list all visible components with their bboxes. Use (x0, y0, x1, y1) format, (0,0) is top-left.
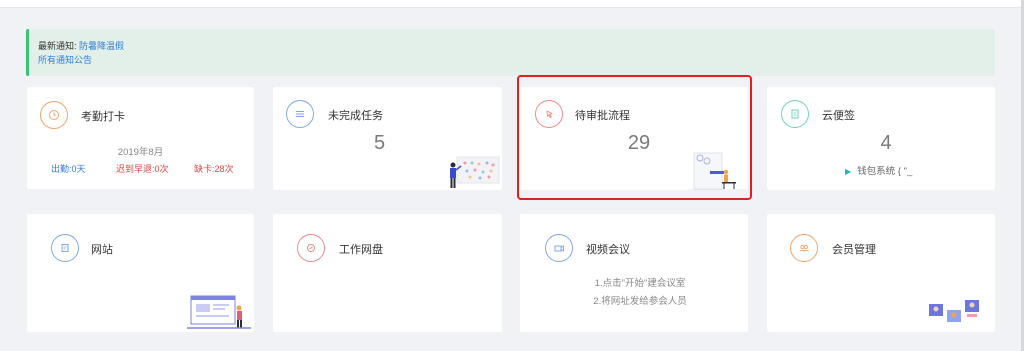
notice-latest-link[interactable]: 防暑降温假 (79, 41, 124, 51)
notice-label: 最新通知: (38, 41, 77, 51)
card-title: 工作网盘 (339, 244, 383, 256)
note-item[interactable]: ▶ 钱包系统 { "_ (845, 163, 912, 177)
website-card[interactable]: 网站 (27, 214, 254, 332)
late-count[interactable]: 迟到早退:0次 (116, 162, 169, 175)
card-title: 待审批流程 (575, 110, 630, 122)
members-card[interactable]: 会员管理 (767, 214, 995, 332)
members-illustration (929, 300, 979, 322)
present-days[interactable]: 出勤:0天 (51, 162, 86, 175)
attendance-card[interactable]: 考勤打卡 2019年8月 出勤:0天 迟到早退:0次 缺卡:28次 (27, 87, 254, 189)
list-icon (286, 100, 314, 128)
top-bar (0, 0, 1024, 8)
card-title: 视频会议 (586, 244, 630, 256)
note-item-text: 钱包系统 { "_ (857, 166, 913, 177)
video-step-1: 1.点击"开始"建会议室 (594, 278, 686, 289)
video-steps: 1.点击"开始"建会议室 2.将网址发给参会人员 (526, 275, 748, 311)
card-title: 会员管理 (832, 244, 876, 256)
triangle-icon: ▶ (845, 167, 852, 176)
clock-icon (40, 101, 68, 129)
card-title: 网站 (91, 244, 113, 256)
card-title: 未完成任务 (328, 110, 383, 122)
cursor-icon (535, 100, 563, 128)
video-card[interactable]: 视频会议 1.点击"开始"建会议室 2.将网址发给参会人员 (520, 214, 748, 332)
video-step-2: 2.将网址发给参会人员 (593, 296, 687, 307)
approval-illustration (688, 152, 746, 190)
task-count: 5 (373, 132, 386, 154)
notes-card[interactable]: 云便签 4 ▶ 钱包系统 { "_ (767, 87, 995, 190)
card-title: 云便签 (822, 110, 855, 122)
all-notices-link[interactable]: 所有通知公告 (38, 53, 995, 67)
tasks-card[interactable]: 未完成任务 5 (273, 87, 502, 190)
missing-count[interactable]: 缺卡:28次 (194, 162, 234, 175)
notice-banner: 最新通知: 防暑降温假 所有通知公告 (26, 29, 995, 76)
card-title: 考勤打卡 (81, 111, 125, 123)
website-icon (51, 234, 79, 262)
members-icon (790, 234, 818, 262)
approvals-card[interactable]: 待审批流程 29 (520, 87, 748, 190)
note-count: 4 (880, 132, 892, 154)
drive-icon (297, 234, 325, 262)
attendance-month: 2019年8月 (117, 147, 164, 158)
video-camera-icon (545, 234, 573, 262)
website-illustration (187, 295, 251, 329)
note-icon (781, 100, 809, 128)
task-board-illustration (450, 156, 500, 188)
drive-card[interactable]: 工作网盘 (273, 214, 502, 332)
